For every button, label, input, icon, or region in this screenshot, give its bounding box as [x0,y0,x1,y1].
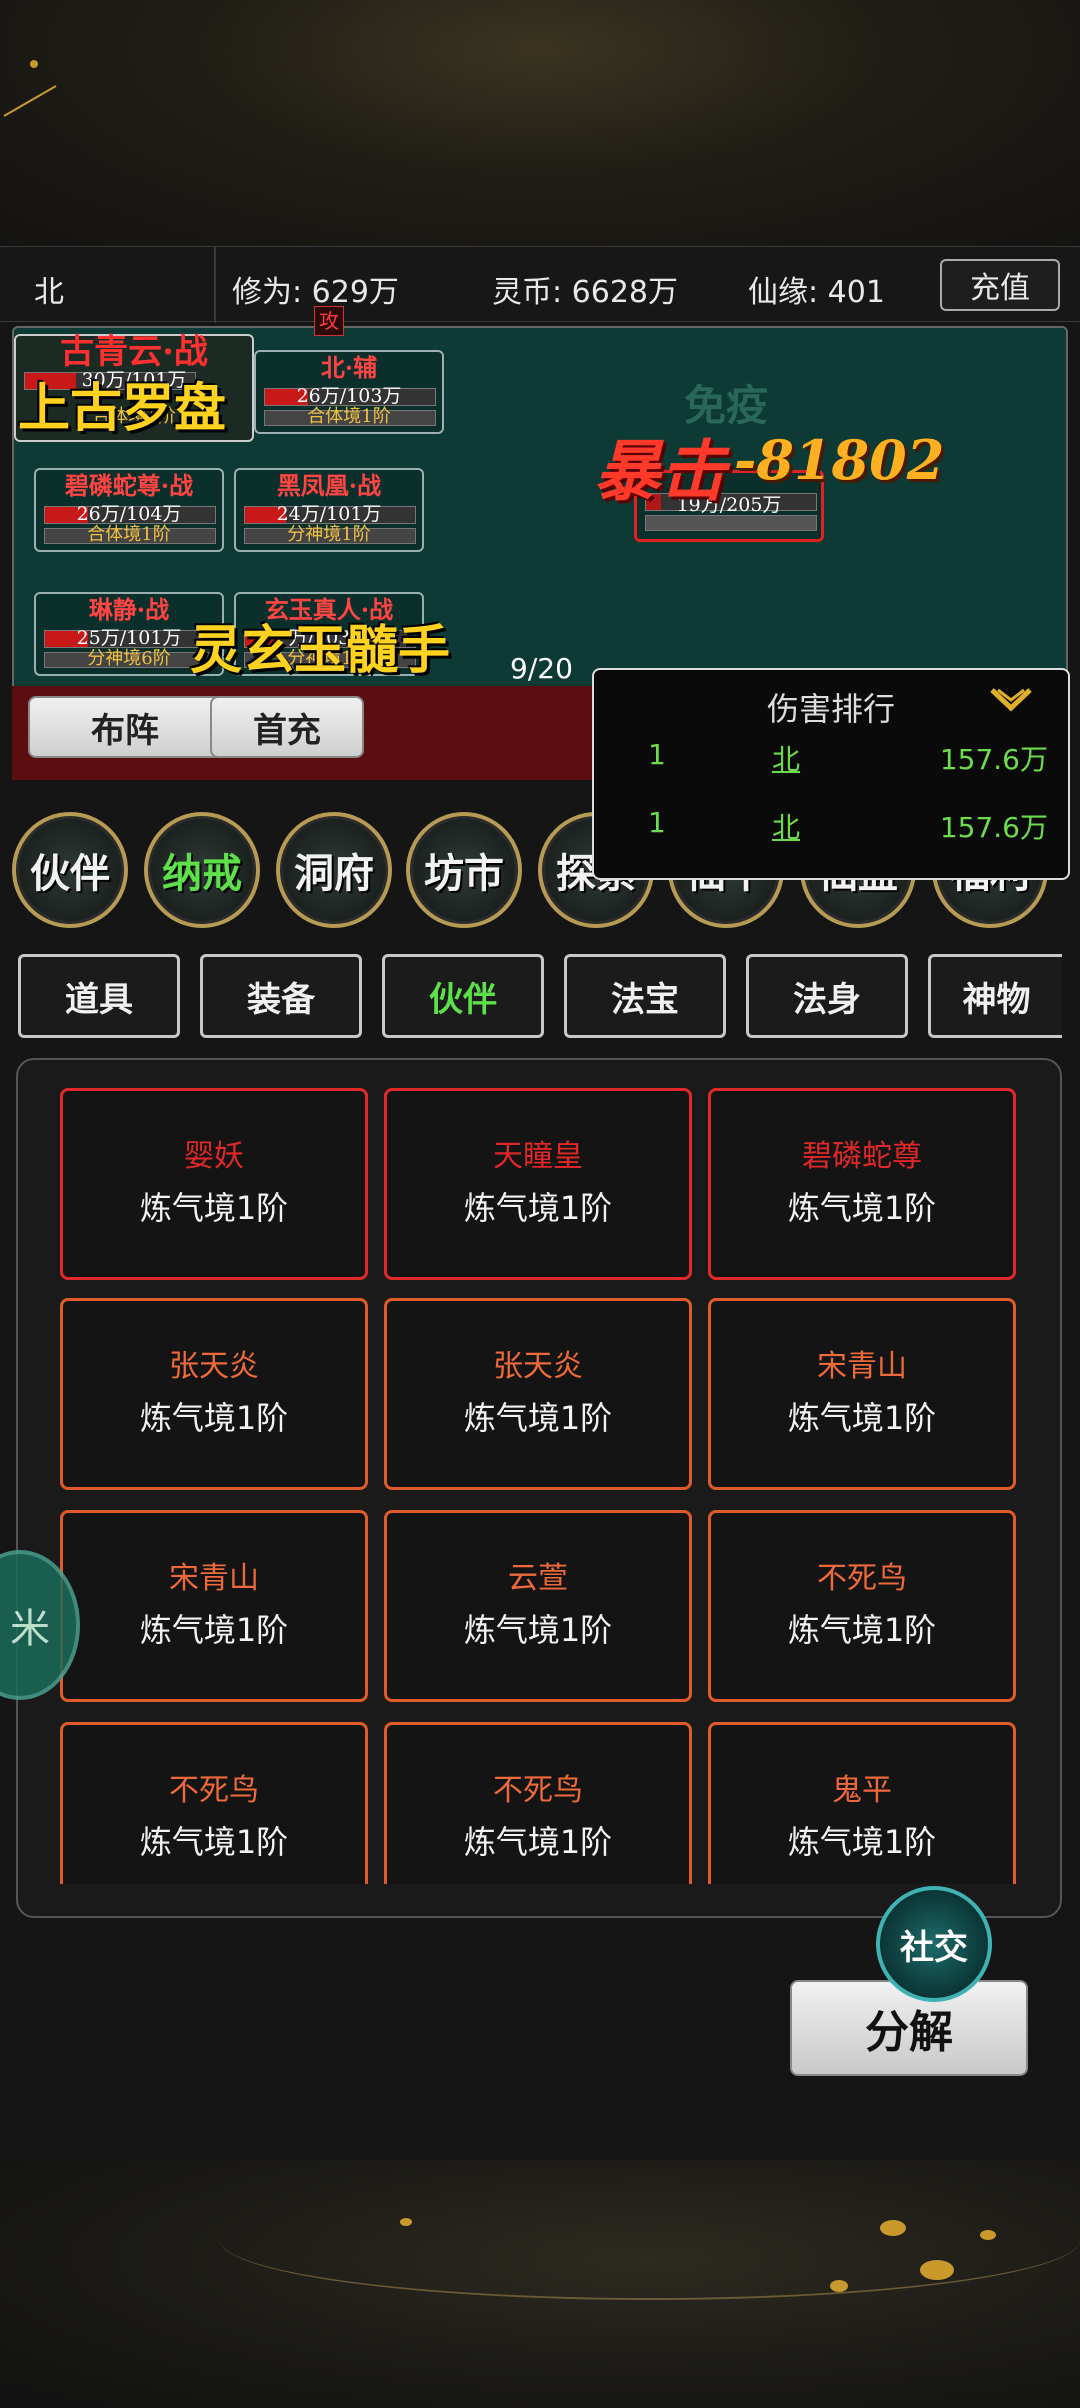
card-level: 炼气境1阶 [463,1399,613,1437]
partner-card[interactable]: 宋青山炼气境1阶 [60,1510,368,1702]
social-button[interactable]: 社交 [876,1886,992,2002]
card-name: 不死鸟 [169,1773,259,1808]
card-name: 不死鸟 [817,1561,907,1596]
partner-card[interactable]: 婴妖炼气境1阶 [60,1088,368,1280]
cultivation-stat: 修为: 629万 [232,275,399,310]
unit-name: 北·辅 [320,353,378,382]
unit-hp: 24万/101万 [276,503,382,525]
partner-card[interactable]: 不死鸟炼气境1阶 [708,1510,1016,1702]
card-name: 碧磷蛇尊 [802,1139,922,1174]
tab-dharma-body[interactable]: 法身 [746,954,908,1038]
card-name: 鬼平 [832,1773,892,1808]
menu-cave[interactable]: 洞府 [276,812,392,928]
recharge-button[interactable]: 充值 [940,259,1060,311]
card-name: 宋青山 [817,1349,907,1384]
unit-hp: 26万/103万 [296,385,402,407]
partner-card[interactable]: 碧磷蛇尊炼气境1阶 [708,1088,1016,1280]
partner-card[interactable]: 鬼平炼气境1阶 [708,1722,1016,1884]
rank-position: 1 [648,806,666,839]
unit-hp: 26万/104万 [76,503,182,525]
chevron-down-icon[interactable] [988,684,1034,727]
partner-card[interactable]: 不死鸟炼气境1阶 [60,1722,368,1884]
tab-treasures[interactable]: 法宝 [564,954,726,1038]
menu-partner[interactable]: 伙伴 [12,812,128,928]
card-level: 炼气境1阶 [463,1823,613,1861]
card-level: 炼气境1阶 [463,1189,613,1227]
menu-ring[interactable]: 纳戒 [144,812,260,928]
ranking-row: 1 北 157.6万 [594,806,1068,846]
card-name: 张天炎 [493,1349,583,1384]
tab-items[interactable]: 道具 [18,954,180,1038]
background-bottom [0,2160,1080,2408]
card-name: 天瞳皇 [493,1139,583,1174]
rank-position: 1 [648,738,666,771]
card-name: 婴妖 [184,1139,244,1174]
menu-market[interactable]: 坊市 [406,812,522,928]
formation-button[interactable]: 布阵 [28,696,222,758]
unit-name: 黑凤凰·战 [276,471,382,500]
status-bar: 北 修为: 629万 灵币: 6628万 仙缘: 401 充值 [0,246,1080,323]
card-level: 炼气境1阶 [787,1399,937,1437]
partner-card[interactable]: 张天炎炼气境1阶 [384,1298,692,1490]
rank-damage: 157.6万 [939,743,1048,776]
unit-level: 合体境1阶 [87,524,171,545]
ranking-row: 1 北 157.6万 [594,738,1068,778]
rank-damage: 157.6万 [939,811,1048,844]
card-level: 炼气境1阶 [787,1611,937,1649]
card-level: 炼气境1阶 [139,1189,289,1227]
unit-name: 碧磷蛇尊·战 [64,471,194,500]
card-level: 炼气境1阶 [787,1189,937,1227]
damage-ranking-panel: 伤害排行 1 北 157.6万 1 北 157.6万 [592,668,1070,880]
card-level: 炼气境1阶 [787,1823,937,1861]
damage-number: -81802 [734,428,945,492]
relic-skill-text: 上古罗盘 [18,378,227,439]
skill-name-text: 灵玄玉髓手 [190,620,451,681]
wave-counter: 9/20 [510,652,573,685]
tab-partners[interactable]: 伙伴 [382,954,544,1038]
attack-icon: 攻 [314,306,344,336]
card-name: 云萱 [508,1561,568,1596]
partner-card[interactable]: 张天炎炼气境1阶 [60,1298,368,1490]
card-name: 张天炎 [169,1349,259,1384]
player-name[interactable]: 北 [34,267,64,311]
spirit-coin-stat: 灵币: 6628万 [492,275,678,310]
fate-stat: 仙缘: 401 [748,275,885,310]
background-top [0,0,1080,246]
unit-name: 古青云·战 [60,332,208,372]
card-level: 炼气境1阶 [139,1611,289,1649]
unit-level: 合体境1阶 [307,406,391,427]
crit-text: 暴击 [594,432,726,510]
divider [214,247,216,323]
card-name: 宋青山 [169,1561,259,1596]
first-recharge-button[interactable]: 首充 [210,696,364,758]
inventory-grid: 婴妖 炼气境1阶 天瞳皇 炼气境1阶 碧磷蛇尊 炼气境1阶 张天炎 炼气境1阶 张天炎炼… [18,1060,1060,1884]
partner-card[interactable]: 云萱炼气境1阶 [384,1510,692,1702]
card-level: 炼气境1阶 [139,1823,289,1861]
rank-player-link[interactable]: 北 [772,806,800,846]
partner-card[interactable]: 宋青山炼气境1阶 [708,1298,1016,1490]
ally-unit[interactable]: 北·辅 26万/103万 合体境1阶 [254,350,444,434]
tab-equipment[interactable]: 装备 [200,954,362,1038]
card-level: 炼气境1阶 [139,1399,289,1437]
card-level: 炼气境1阶 [463,1611,613,1649]
ally-unit[interactable]: 碧磷蛇尊·战 26万/104万 合体境1阶 [34,468,224,552]
rank-player-link[interactable]: 北 [772,738,800,778]
unit-level: 分神境1阶 [287,524,371,545]
tab-divine-objects[interactable]: 神物 [928,954,1062,1038]
inventory-panel: 婴妖 炼气境1阶 天瞳皇 炼气境1阶 碧磷蛇尊 炼气境1阶 张天炎 炼气境1阶 张天炎炼… [16,1058,1062,1918]
ally-unit[interactable]: 黑凤凰·战 24万/101万 分神境1阶 [234,468,424,552]
card-name: 不死鸟 [493,1773,583,1808]
partner-card[interactable]: 天瞳皇炼气境1阶 [384,1088,692,1280]
partner-card[interactable]: 不死鸟炼气境1阶 [384,1722,692,1884]
